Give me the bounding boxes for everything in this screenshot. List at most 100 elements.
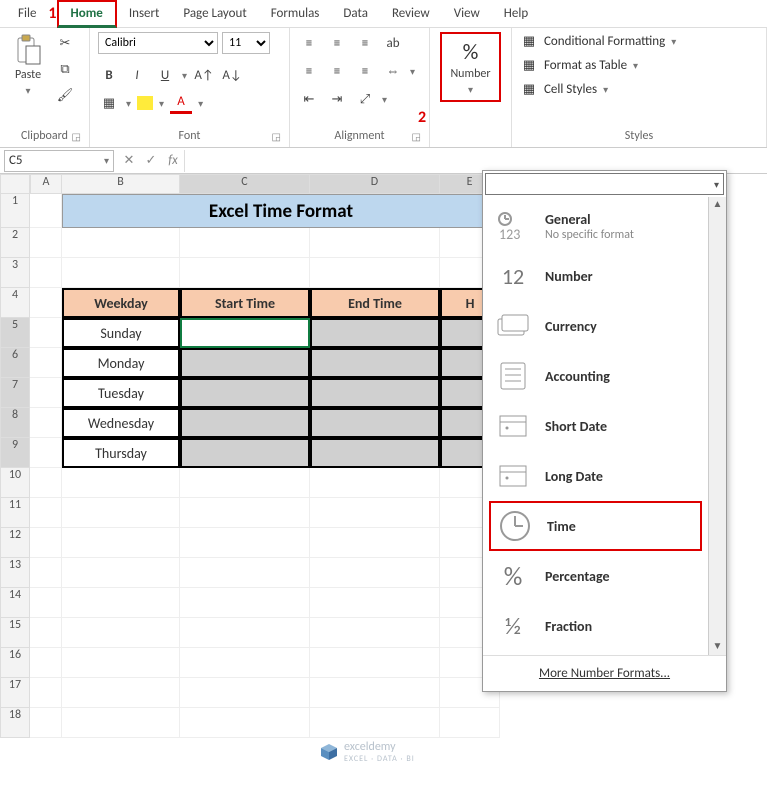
menu-help[interactable]: Help <box>492 2 540 25</box>
col-header-D[interactable]: D <box>310 174 440 194</box>
cell-D8[interactable] <box>310 408 440 438</box>
cell-D3[interactable] <box>310 258 440 288</box>
align-left-button[interactable]: ≡ <box>298 60 320 82</box>
formula-input[interactable] <box>184 150 767 172</box>
menu-home[interactable]: Home <box>57 0 117 28</box>
fill-color-button[interactable] <box>137 96 153 110</box>
underline-button[interactable]: U <box>154 64 176 86</box>
align-right-button[interactable]: ≡ <box>354 60 376 82</box>
row-header[interactable]: 8 <box>0 408 30 438</box>
cell-A12[interactable] <box>30 528 62 558</box>
cell-C4[interactable]: Start Time <box>180 288 310 318</box>
cell-D10[interactable] <box>310 468 440 498</box>
row-header[interactable]: 15 <box>0 618 30 648</box>
row-header[interactable]: 17 <box>0 678 30 708</box>
name-box[interactable]: C5 ▾ <box>4 150 114 172</box>
menu-formulas[interactable]: Formulas <box>259 2 332 25</box>
cell-A16[interactable] <box>30 648 62 678</box>
cell-B5[interactable]: Sunday <box>62 318 180 348</box>
cell-A11[interactable] <box>30 498 62 528</box>
cell-D2[interactable] <box>310 228 440 258</box>
col-header-A[interactable]: A <box>30 174 62 194</box>
col-header-C[interactable]: C <box>180 174 310 194</box>
cell-D18[interactable] <box>310 708 440 738</box>
cut-button[interactable]: ✂ <box>54 32 76 54</box>
cell-D9[interactable] <box>310 438 440 468</box>
scroll-up-icon[interactable]: ▲ <box>709 197 726 213</box>
dialog-launcher-icon[interactable]: ◲ <box>72 130 81 143</box>
nf-item-long-date[interactable]: Long Date <box>483 451 708 501</box>
cell-B13[interactable] <box>62 558 180 588</box>
italic-button[interactable]: I <box>126 64 148 86</box>
cell-A2[interactable] <box>30 228 62 258</box>
wrap-text-button[interactable]: ab <box>382 32 404 54</box>
align-center-button[interactable]: ≡ <box>326 60 348 82</box>
chevron-down-icon[interactable]: ▾ <box>104 154 109 167</box>
cell-B2[interactable] <box>62 228 180 258</box>
cell-A9[interactable] <box>30 438 62 468</box>
menu-review[interactable]: Review <box>380 2 442 25</box>
nf-item-accounting[interactable]: Accounting <box>483 351 708 401</box>
cell-D15[interactable] <box>310 618 440 648</box>
nf-item-short-date[interactable]: Short Date <box>483 401 708 451</box>
bold-button[interactable]: B <box>98 64 120 86</box>
row-header[interactable]: 7 <box>0 378 30 408</box>
cell-D7[interactable] <box>310 378 440 408</box>
cell-B4[interactable]: Weekday <box>62 288 180 318</box>
dialog-launcher-icon[interactable]: ◲ <box>412 130 421 143</box>
row-header[interactable]: 12 <box>0 528 30 558</box>
cell-A17[interactable] <box>30 678 62 708</box>
menu-page-layout[interactable]: Page Layout <box>171 2 258 25</box>
cell-A15[interactable] <box>30 618 62 648</box>
increase-indent-button[interactable]: ⇥ <box>326 88 348 110</box>
cell-C11[interactable] <box>180 498 310 528</box>
row-header[interactable]: 10 <box>0 468 30 498</box>
cell-C13[interactable] <box>180 558 310 588</box>
merge-button[interactable]: ⇔ <box>382 60 404 82</box>
cell-D5[interactable] <box>310 318 440 348</box>
cell-C5[interactable] <box>180 318 310 348</box>
font-size-combo[interactable]: 11 <box>222 32 270 54</box>
cell-D17[interactable] <box>310 678 440 708</box>
cell-A1[interactable] <box>30 194 62 228</box>
orientation-button[interactable]: ⤢ <box>354 88 376 110</box>
borders-button[interactable]: ▦ <box>98 92 120 114</box>
cell-A14[interactable] <box>30 588 62 618</box>
cell-D14[interactable] <box>310 588 440 618</box>
align-middle-button[interactable]: ≡ <box>326 32 348 54</box>
cell-C9[interactable] <box>180 438 310 468</box>
menu-insert[interactable]: Insert <box>117 2 172 25</box>
decrease-font-button[interactable]: A↓ <box>221 64 243 86</box>
cell-D16[interactable] <box>310 648 440 678</box>
cell-D12[interactable] <box>310 528 440 558</box>
cell-B7[interactable]: Tuesday <box>62 378 180 408</box>
menu-file[interactable]: File <box>6 2 48 25</box>
cell-D6[interactable] <box>310 348 440 378</box>
cell-C3[interactable] <box>180 258 310 288</box>
nf-item-time[interactable]: Time <box>489 501 702 551</box>
number-format-button[interactable]: % Number ▾ <box>440 32 500 102</box>
row-header[interactable]: 16 <box>0 648 30 678</box>
cell-D4[interactable]: End Time <box>310 288 440 318</box>
menu-data[interactable]: Data <box>331 2 380 25</box>
cancel-formula-button[interactable]: ✕ <box>118 153 140 168</box>
more-number-formats-link[interactable]: More Number Formats... <box>483 655 726 691</box>
cell-C16[interactable] <box>180 648 310 678</box>
select-all-corner[interactable] <box>0 174 30 194</box>
col-header-B[interactable]: B <box>62 174 180 194</box>
row-header[interactable]: 14 <box>0 588 30 618</box>
nf-item-general[interactable]: 123GeneralNo specific format <box>483 201 708 251</box>
cell-C8[interactable] <box>180 408 310 438</box>
cell-B11[interactable] <box>62 498 180 528</box>
cell-B16[interactable] <box>62 648 180 678</box>
chevron-down-icon[interactable]: ▾ <box>714 178 719 191</box>
cell-A5[interactable] <box>30 318 62 348</box>
format-as-table-button[interactable]: ▦Format as Table▾ <box>520 56 676 74</box>
nf-item-fraction[interactable]: ½Fraction <box>483 601 708 651</box>
row-header[interactable]: 6 <box>0 348 30 378</box>
row-header[interactable]: 3 <box>0 258 30 288</box>
cell-B12[interactable] <box>62 528 180 558</box>
nf-item-percentage[interactable]: %Percentage <box>483 551 708 601</box>
cell-B8[interactable]: Wednesday <box>62 408 180 438</box>
font-name-combo[interactable]: Calibri <box>98 32 218 54</box>
